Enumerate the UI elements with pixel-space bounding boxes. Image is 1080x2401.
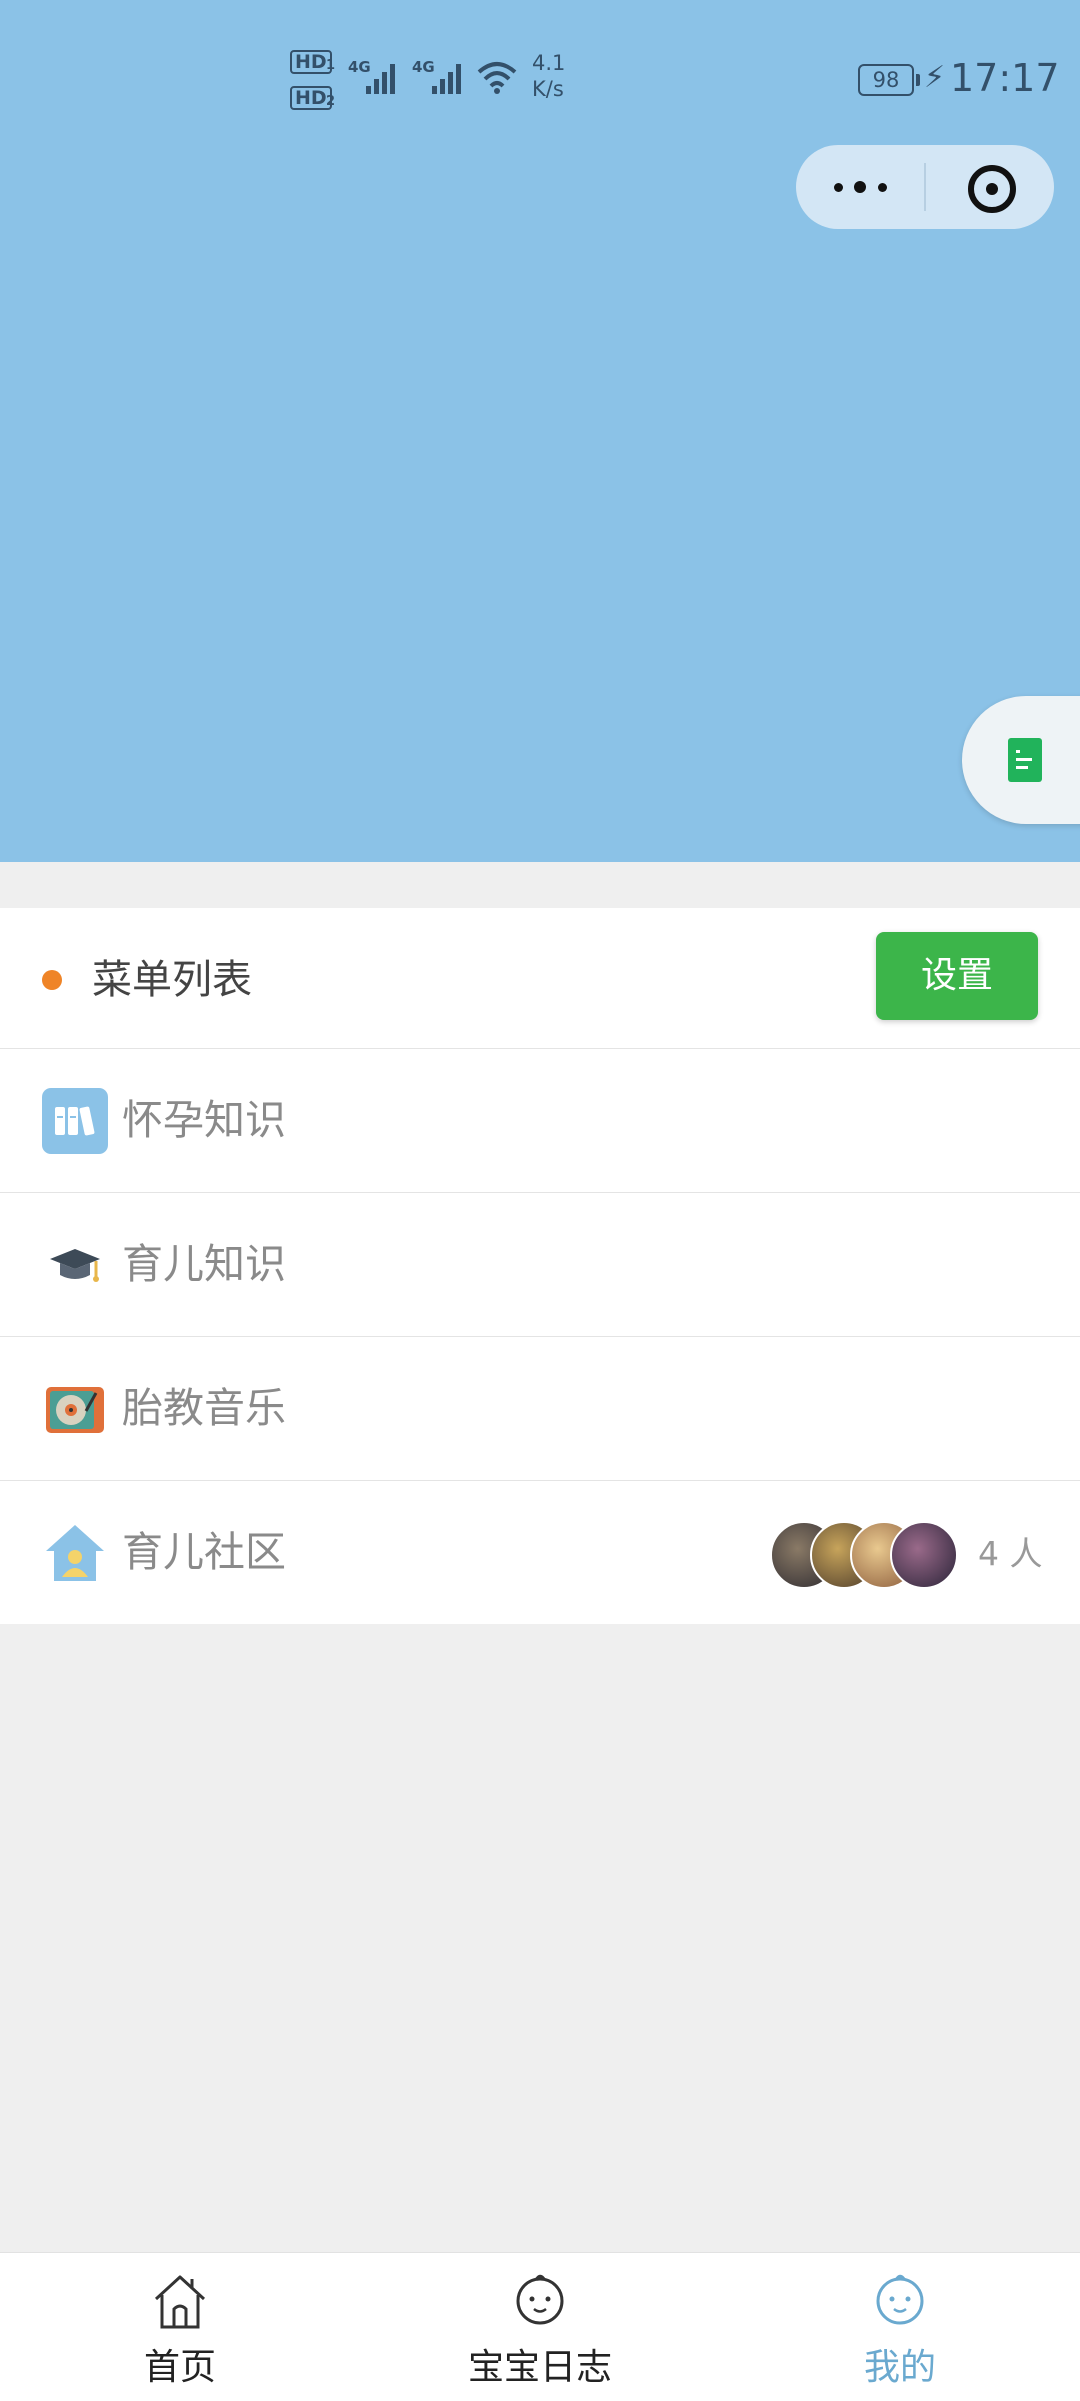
home-icon (154, 2275, 206, 2329)
baby-face-icon (876, 2274, 924, 2325)
books-icon (42, 1088, 108, 1154)
orange-dot-icon (42, 970, 62, 990)
battery-indicator: 98 (858, 64, 920, 96)
record-player-icon (46, 1387, 104, 1433)
tab-label: 我的 (863, 2347, 936, 2388)
menu-item-parenting-knowledge[interactable]: 育儿知识 (0, 1193, 1080, 1337)
signal-icon (366, 62, 402, 94)
tab-label: 首页 (143, 2347, 216, 2388)
tab-mine[interactable]: 我的 (720, 2253, 1080, 2401)
tab-baby-log[interactable]: 宝宝日志 (360, 2253, 720, 2401)
menu-item-label: 胎教音乐 (122, 1384, 286, 1432)
avatar (890, 1521, 958, 1589)
tab-home[interactable]: 首页 (0, 2253, 360, 2401)
menu-card: 菜单列表 设置 怀孕知识 育儿知识 胎教音乐 育儿社区 4 人 (0, 908, 1080, 1624)
baby-face-icon (516, 2274, 564, 2325)
status-bar: HD 1 HD 2 4G 4G 4.1 K/s 98 ⚡ 17:17 (0, 0, 1080, 160)
menu-item-label: 育儿知识 (122, 1240, 286, 1288)
more-dots-icon[interactable] (796, 145, 924, 229)
target-close-icon[interactable] (926, 145, 1054, 229)
settings-button[interactable]: 设置 (876, 932, 1038, 1020)
menu-title: 菜单列表 (92, 957, 252, 1003)
clock: 17:17 (950, 56, 1060, 100)
sim-1-label: 1 (326, 58, 336, 73)
graduation-cap-icon (50, 1249, 100, 1282)
tab-bar: 首页 宝宝日志 我的 (0, 2252, 1080, 2401)
menu-item-label: 育儿社区 (122, 1528, 286, 1576)
menu-item-prenatal-music[interactable]: 胎教音乐 (0, 1337, 1080, 1481)
document-icon (1008, 738, 1042, 782)
network-speed: 4.1 K/s (532, 50, 565, 102)
house-person-icon (46, 1525, 104, 1581)
speed-unit: K/s (532, 77, 564, 101)
menu-item-parenting-community[interactable]: 育儿社区 4 人 (0, 1481, 1080, 1624)
menu-item-pregnancy-knowledge[interactable]: 怀孕知识 (0, 1049, 1080, 1193)
charging-icon: ⚡ (924, 60, 946, 95)
signal-icon-2 (432, 62, 468, 94)
speed-value: 4.1 (532, 51, 566, 75)
member-avatars (770, 1521, 970, 1589)
header-banner: HD 1 HD 2 4G 4G 4.1 K/s 98 ⚡ 17:17 (0, 0, 1080, 862)
sim-2-label: 2 (326, 94, 336, 109)
menu-item-label: 怀孕知识 (122, 1096, 286, 1144)
member-count: 4 人 (978, 1534, 1043, 1573)
floating-document-button[interactable] (962, 696, 1080, 824)
menu-header: 菜单列表 设置 (0, 908, 1080, 1049)
mini-program-capsule (796, 145, 1054, 229)
wifi-icon (477, 62, 517, 94)
tab-label: 宝宝日志 (467, 2347, 612, 2388)
